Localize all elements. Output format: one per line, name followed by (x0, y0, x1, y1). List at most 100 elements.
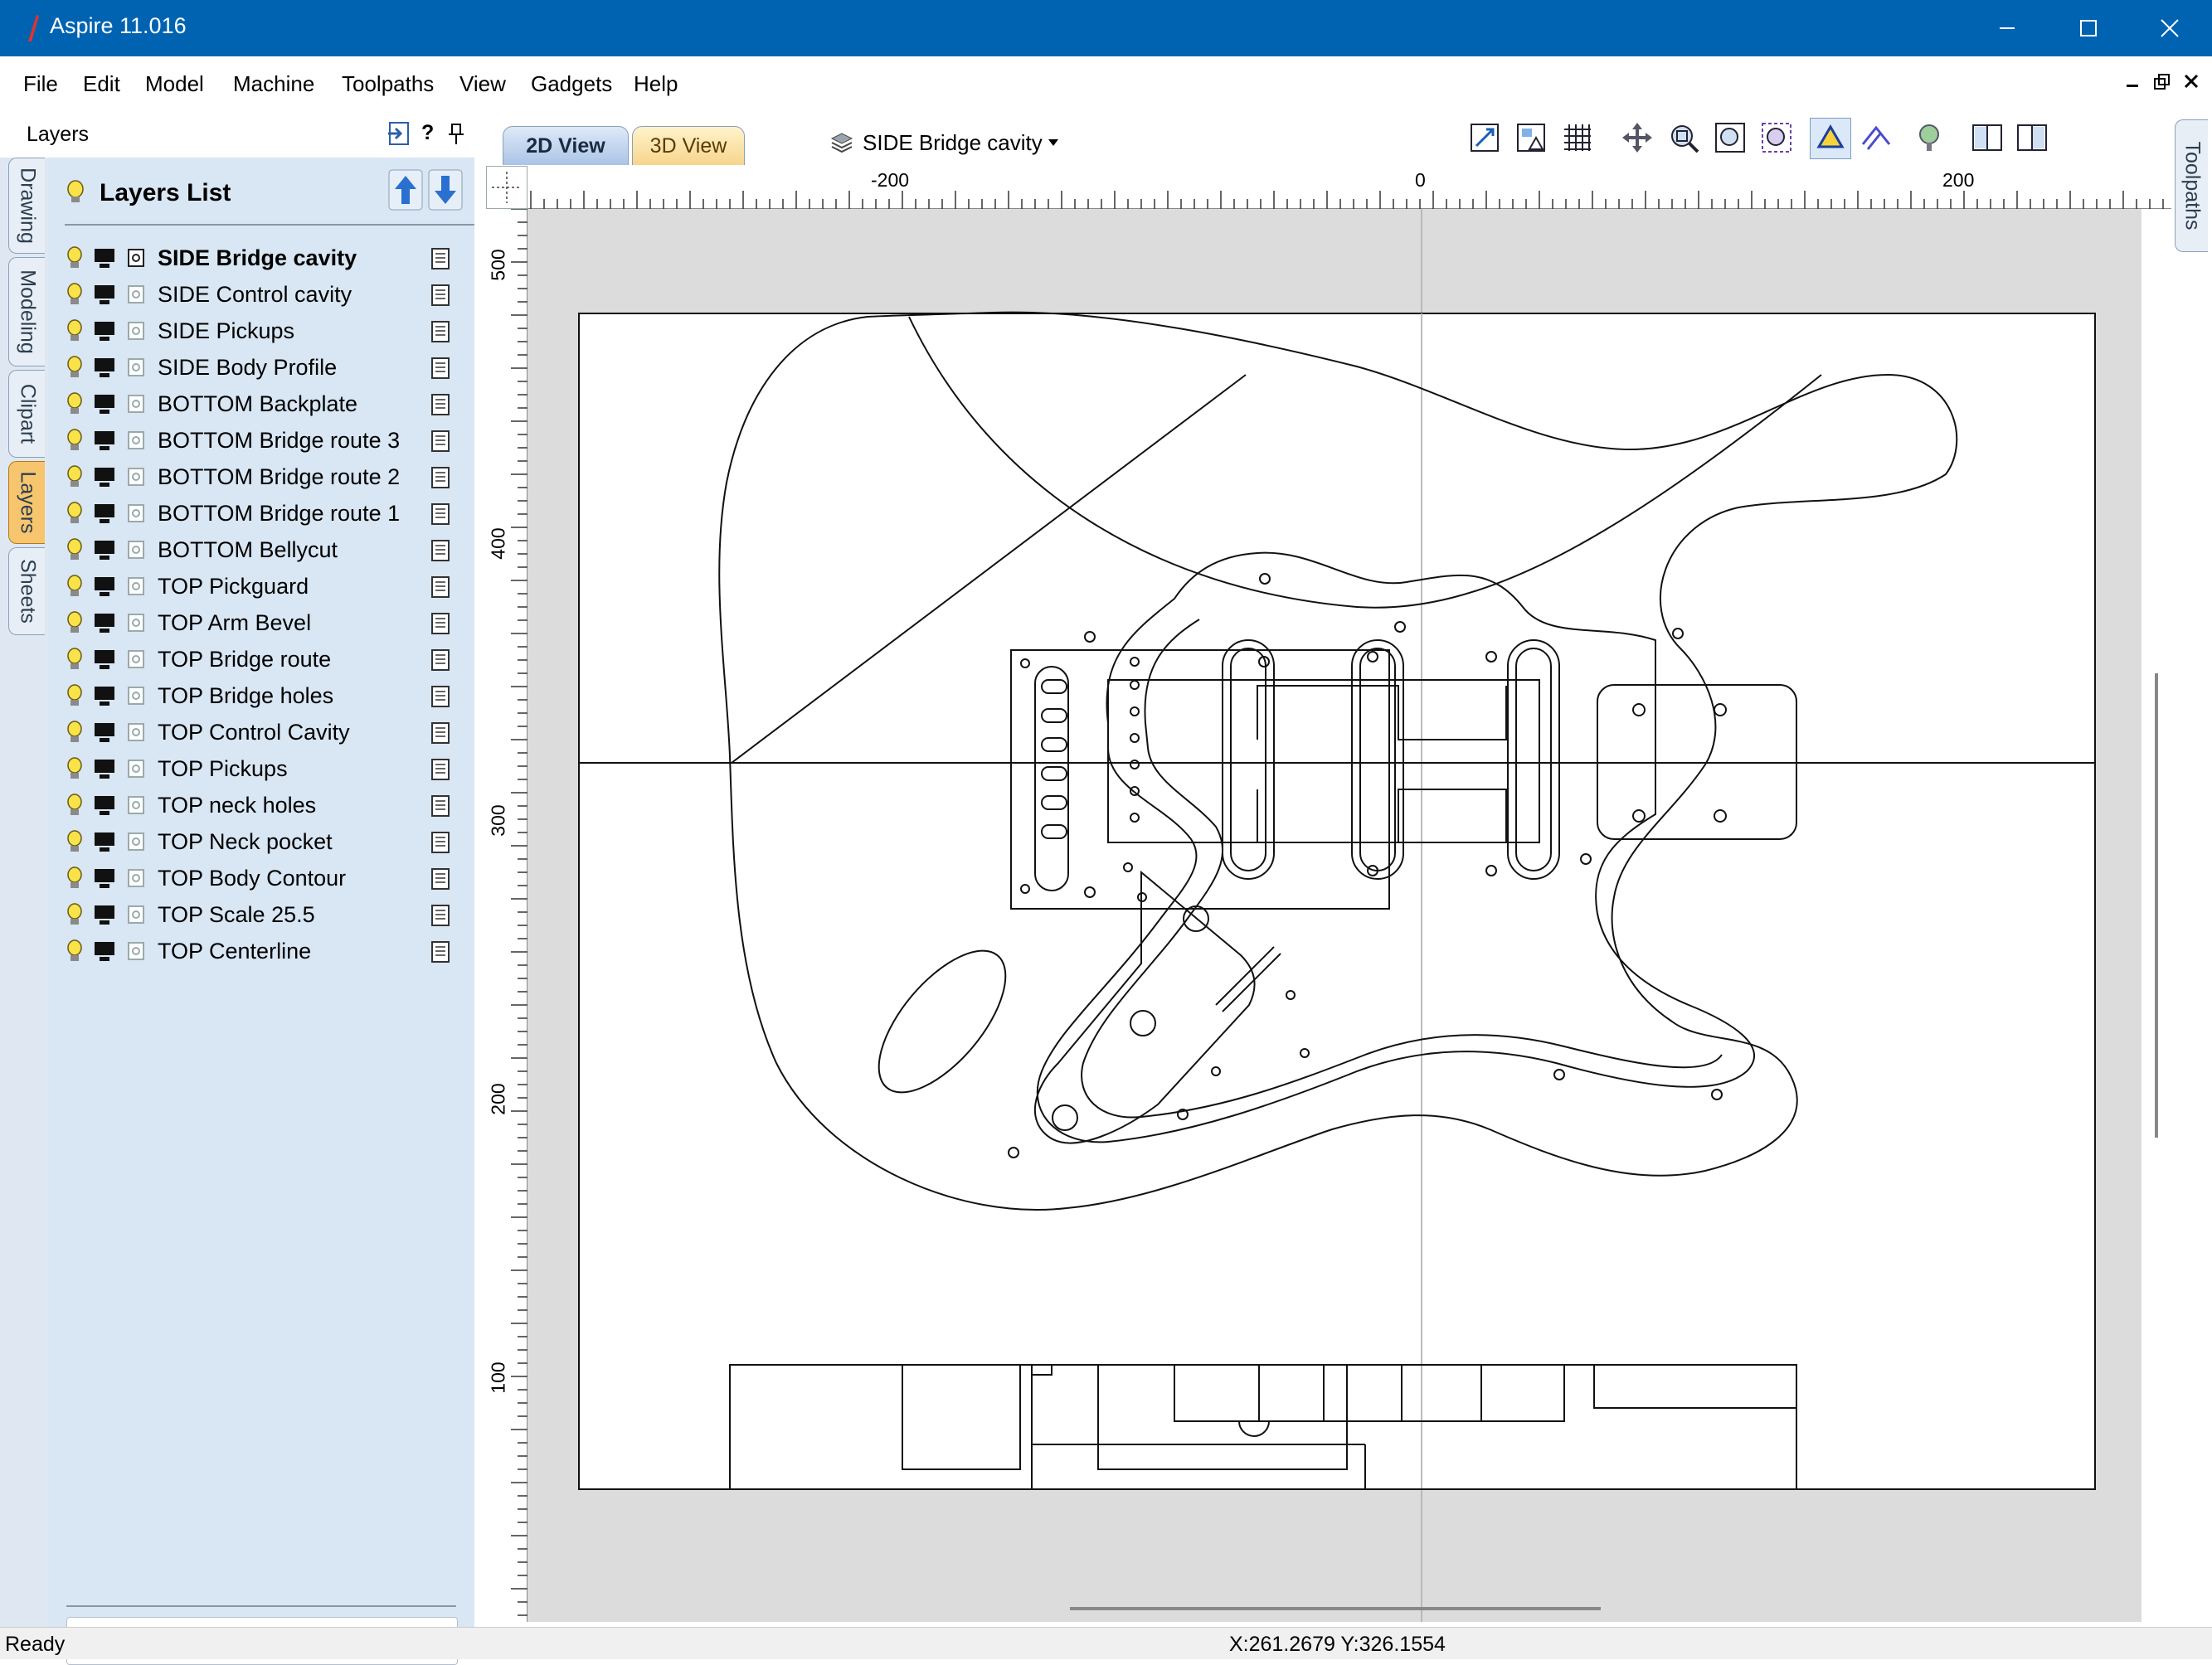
layer-properties-icon[interactable] (430, 247, 451, 270)
layer-name[interactable]: TOP Control Cavity (158, 720, 350, 745)
monitor-icon[interactable] (93, 320, 116, 343)
monitor-icon[interactable] (93, 466, 116, 489)
layer-name[interactable]: BOTTOM Bridge route 3 (158, 428, 400, 454)
menu-help[interactable]: Help (634, 71, 678, 97)
dynamic-icon[interactable] (1856, 118, 1896, 158)
vertical-ruler[interactable]: 500 400 300 200 100 (486, 208, 527, 1622)
visibility-bulb-icon[interactable] (65, 610, 85, 637)
visibility-bulb-icon[interactable] (65, 245, 85, 272)
layer-lock-icon[interactable] (126, 393, 146, 415)
visibility-bulb-icon[interactable] (65, 537, 85, 564)
layer-name[interactable]: TOP Arm Bevel (158, 610, 311, 636)
layer-row[interactable]: TOP Bridge route (48, 642, 474, 678)
visibility-bulb-icon[interactable] (65, 282, 85, 308)
tab-clipart[interactable]: Clipart (8, 370, 45, 458)
monitor-icon[interactable] (93, 685, 116, 708)
layer-lock-icon[interactable] (126, 357, 146, 378)
layer-properties-icon[interactable] (430, 612, 451, 635)
layer-properties-icon[interactable] (430, 284, 451, 307)
monitor-icon[interactable] (93, 430, 116, 453)
layer-properties-icon[interactable] (430, 867, 451, 891)
zoom-selection-icon[interactable] (1757, 118, 1796, 158)
layer-name[interactable]: TOP neck holes (158, 793, 316, 818)
layer-lock-icon[interactable] (126, 320, 146, 342)
layer-name[interactable]: BOTTOM Backplate (158, 391, 357, 417)
layer-properties-icon[interactable] (430, 539, 451, 562)
layer-properties-icon[interactable] (430, 685, 451, 708)
layer-lock-icon[interactable] (126, 247, 146, 269)
layer-row[interactable]: SIDE Pickups (48, 313, 474, 350)
layer-row[interactable]: TOP Control Cavity (48, 715, 474, 751)
layer-properties-icon[interactable] (430, 393, 451, 416)
layer-row[interactable]: TOP Pickguard (48, 569, 474, 605)
layer-lock-icon[interactable] (126, 794, 146, 816)
layer-lock-icon[interactable] (126, 284, 146, 305)
visibility-bulb-icon[interactable] (65, 355, 85, 381)
undock-icon[interactable] (385, 119, 413, 148)
layer-row[interactable]: TOP Centerline (48, 934, 474, 970)
monitor-icon[interactable] (93, 940, 116, 964)
layer-row[interactable]: TOP Neck pocket (48, 824, 474, 861)
layer-row[interactable]: TOP Scale 25.5 (48, 897, 474, 934)
layer-name[interactable]: SIDE Pickups (158, 318, 294, 344)
layer-lock-icon[interactable] (126, 831, 146, 852)
move-layer-down-icon[interactable] (428, 169, 463, 211)
visibility-bulb-icon[interactable] (65, 683, 85, 710)
mdi-minimize-icon[interactable] (2125, 73, 2142, 90)
layer-properties-icon[interactable] (430, 721, 451, 745)
visibility-bulb-icon[interactable] (65, 829, 85, 856)
layer-name[interactable]: BOTTOM Bellycut (158, 537, 338, 563)
visibility-bulb-icon[interactable] (65, 902, 85, 929)
monitor-icon[interactable] (93, 539, 116, 562)
vertical-scrollbar[interactable] (2155, 673, 2158, 1138)
layer-lock-icon[interactable] (126, 867, 146, 889)
layer-name[interactable]: TOP Centerline (158, 939, 311, 964)
layer-lock-icon[interactable] (126, 612, 146, 633)
tab-2d-view[interactable]: 2D View (503, 126, 629, 165)
mdi-restore-icon[interactable] (2153, 73, 2171, 91)
visibility-bulb-icon[interactable] (65, 647, 85, 673)
layer-name[interactable]: SIDE Body Profile (158, 355, 337, 381)
layer-properties-icon[interactable] (430, 648, 451, 672)
layer-row[interactable]: TOP neck holes (48, 788, 474, 824)
menu-file[interactable]: File (23, 71, 58, 97)
menu-machine[interactable]: Machine (233, 71, 314, 97)
layer-properties-icon[interactable] (430, 466, 451, 489)
layer-lock-icon[interactable] (126, 721, 146, 743)
monitor-icon[interactable] (93, 247, 116, 270)
layer-lock-icon[interactable] (126, 575, 146, 597)
menu-gadgets[interactable]: Gadgets (531, 71, 612, 97)
move-layer-up-icon[interactable] (388, 169, 423, 211)
snap-icon[interactable] (1810, 118, 1851, 159)
visibility-bulb-icon[interactable] (65, 720, 85, 746)
layer-name[interactable]: TOP Neck pocket (158, 829, 333, 855)
visibility-bulb-icon[interactable] (65, 428, 85, 454)
menu-toolpaths[interactable]: Toolpaths (342, 71, 434, 97)
tab-drawing[interactable]: Drawing (8, 158, 45, 254)
layer-properties-icon[interactable] (430, 794, 451, 818)
layer-row[interactable]: SIDE Body Profile (48, 350, 474, 386)
layer-name[interactable]: TOP Bridge route (158, 647, 331, 672)
ruler-corner[interactable] (486, 166, 527, 209)
monitor-icon[interactable] (93, 357, 116, 380)
layer-properties-icon[interactable] (430, 940, 451, 964)
monitor-icon[interactable] (93, 502, 116, 526)
visibility-bulb-icon[interactable] (65, 318, 85, 345)
pan-icon[interactable] (1617, 118, 1657, 158)
monitor-icon[interactable] (93, 904, 116, 927)
maximize-icon[interactable] (2047, 0, 2130, 56)
layer-row[interactable]: TOP Arm Bevel (48, 605, 474, 642)
layer-row[interactable]: TOP Body Contour (48, 861, 474, 897)
layer-lock-icon[interactable] (126, 904, 146, 925)
tab-layers[interactable]: Layers (8, 461, 45, 544)
visibility-bulb-icon[interactable] (65, 866, 85, 892)
layer-properties-icon[interactable] (430, 904, 451, 927)
mdi-close-icon[interactable] (2183, 73, 2200, 90)
visibility-bulb-icon[interactable] (65, 574, 85, 600)
layer-properties-icon[interactable] (430, 320, 451, 343)
layer-properties-icon[interactable] (430, 758, 451, 781)
layer-properties-icon[interactable] (430, 430, 451, 453)
help-icon[interactable]: ? (421, 121, 434, 145)
layer-row[interactable]: SIDE Control cavity (48, 277, 474, 313)
visibility-bulb-icon[interactable] (65, 391, 85, 418)
